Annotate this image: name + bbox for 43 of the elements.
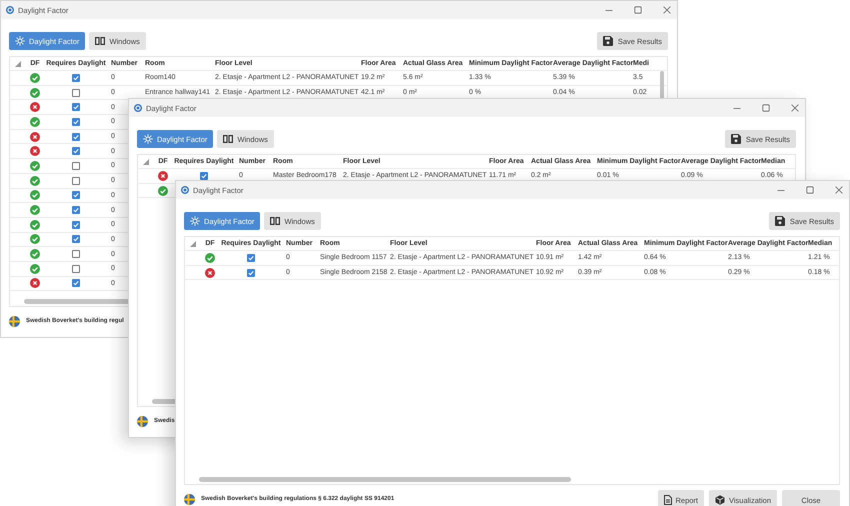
checkbox[interactable] <box>72 220 80 229</box>
checkbox[interactable] <box>72 206 80 214</box>
checkbox[interactable] <box>72 279 80 288</box>
flag-icon <box>9 316 20 326</box>
checkbox[interactable] <box>72 118 80 126</box>
scrollbar-thumb[interactable] <box>199 477 571 482</box>
checkbox[interactable] <box>72 147 80 156</box>
window-panes-icon <box>223 135 234 143</box>
maximize-icon[interactable] <box>806 186 814 194</box>
checkbox[interactable] <box>72 132 80 141</box>
flag-icon <box>184 494 195 504</box>
checkbox[interactable] <box>200 172 208 180</box>
sun-icon <box>143 134 153 144</box>
sort-icon[interactable] <box>190 240 196 246</box>
checkbox[interactable] <box>72 250 80 258</box>
checkbox[interactable] <box>72 74 80 82</box>
checkbox[interactable] <box>72 88 80 97</box>
sun-icon <box>190 216 200 226</box>
close-icon[interactable] <box>663 6 671 14</box>
flag-icon <box>137 416 148 426</box>
app-icon <box>181 186 189 194</box>
checkbox[interactable] <box>247 268 255 277</box>
checkbox[interactable] <box>72 176 80 185</box>
checkbox[interactable] <box>72 191 80 200</box>
window-panes-icon <box>270 217 280 225</box>
sun-icon <box>15 36 25 46</box>
document-icon <box>664 495 672 505</box>
app-icon <box>6 6 14 14</box>
close-icon[interactable] <box>791 104 799 112</box>
maximize-icon[interactable] <box>762 104 770 112</box>
checkbox[interactable] <box>247 254 255 262</box>
close-icon[interactable] <box>835 186 843 194</box>
checkbox[interactable] <box>72 264 80 273</box>
checkbox[interactable] <box>72 162 80 170</box>
checkbox[interactable] <box>72 103 80 112</box>
scrollbar-thumb[interactable] <box>660 71 664 99</box>
sort-icon[interactable] <box>143 158 149 164</box>
app-icon <box>134 104 142 112</box>
window-panes-icon <box>95 37 106 45</box>
cube-icon <box>715 495 726 505</box>
sort-icon[interactable] <box>15 60 21 66</box>
maximize-icon[interactable] <box>634 6 642 14</box>
checkbox[interactable] <box>72 235 80 244</box>
